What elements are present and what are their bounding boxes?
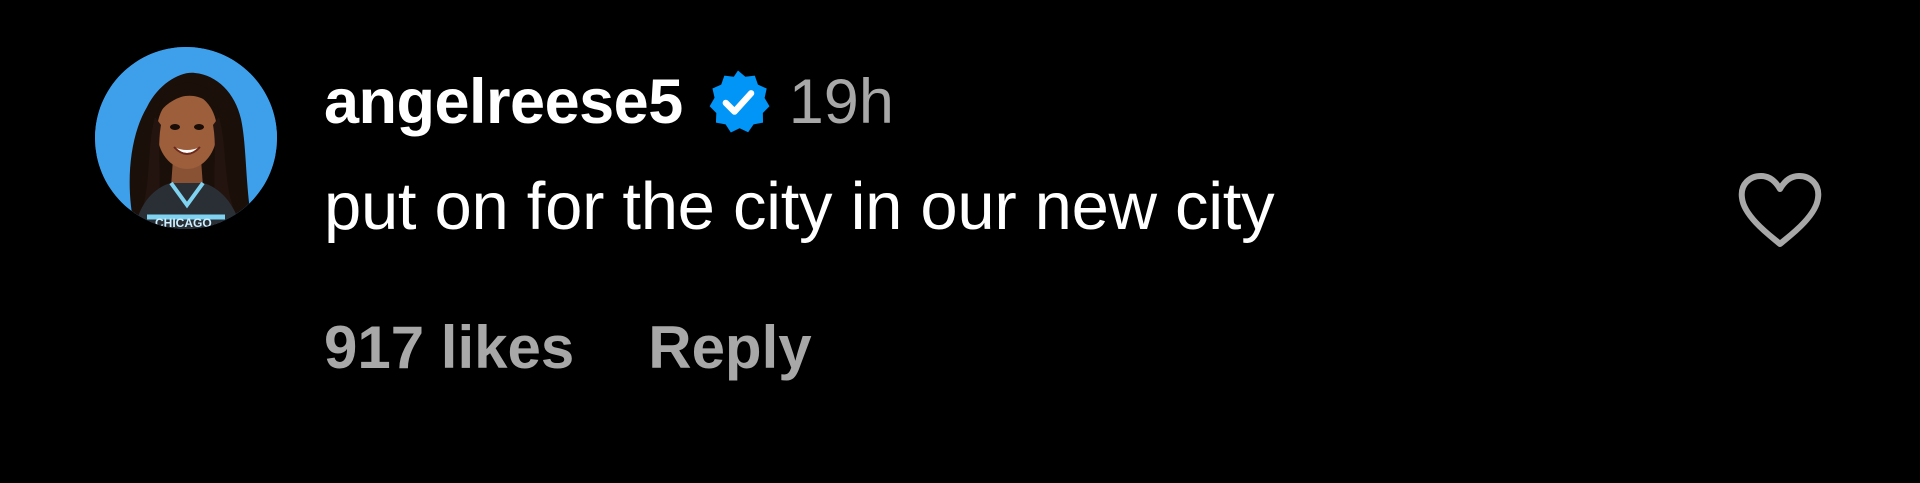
avatar[interactable]: CHICAGO <box>95 47 277 229</box>
verified-badge-icon <box>703 67 773 137</box>
comment-timestamp: 19h <box>788 67 894 137</box>
svg-text:CHICAGO: CHICAGO <box>155 216 212 229</box>
likes-count[interactable]: 917 likes <box>324 313 574 382</box>
username-link[interactable]: angelreese5 <box>324 66 683 138</box>
comment-header: angelreese5 19h <box>324 66 894 138</box>
avatar-photo: CHICAGO <box>95 47 277 229</box>
reply-button[interactable]: Reply <box>648 313 811 382</box>
like-button[interactable] <box>1732 163 1828 259</box>
heart-outline-icon <box>1738 173 1822 247</box>
comment-item: CHICAGO angelreese5 19h put on for the c… <box>0 0 1920 483</box>
comment-text: put on for the city in our new city <box>324 169 1275 244</box>
comment-actions: 917 likes Reply <box>324 313 812 382</box>
